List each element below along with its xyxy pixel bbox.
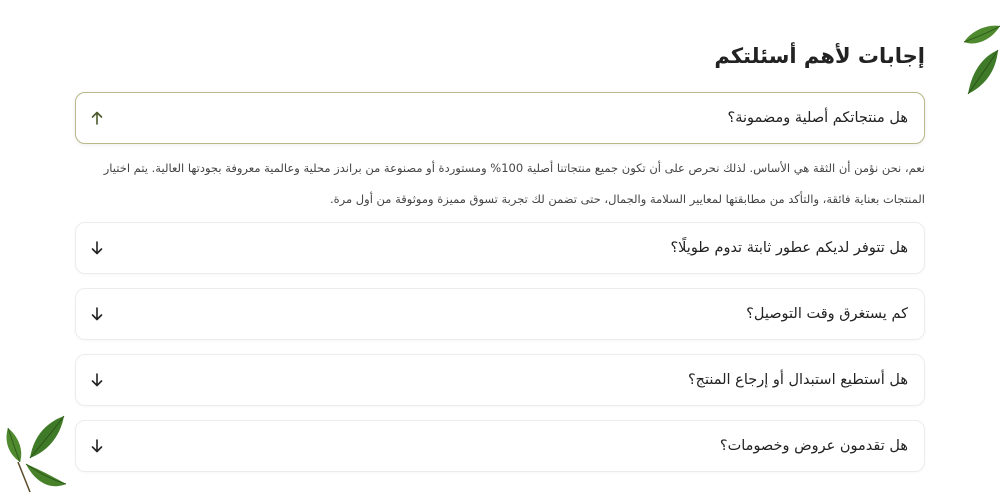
arrow-up-icon[interactable] xyxy=(89,110,105,126)
faq-item-delivery[interactable]: كم يستغرق وقت التوصيل؟ xyxy=(75,288,925,340)
faq-item-offers[interactable]: هل تقدمون عروض وخصومات؟ xyxy=(75,420,925,472)
faq-page: إجابات لأهم أسئلتكم هل منتجاتكم أصلية وم… xyxy=(0,0,1000,494)
section-title: إجابات لأهم أسئلتكم xyxy=(714,44,925,68)
faq-question: كم يستغرق وقت التوصيل؟ xyxy=(746,306,908,322)
leaf-icon xyxy=(963,25,1000,95)
faq-item-returns[interactable]: هل أستطيع استبدال أو إرجاع المنتج؟ xyxy=(75,354,925,406)
leaf-icon xyxy=(6,415,67,493)
faq-answer: نعم، نحن نؤمن أن الثقة هي الأساس. لذلك ن… xyxy=(103,161,925,206)
faq-question: هل منتجاتكم أصلية ومضمونة؟ xyxy=(727,110,908,126)
faq-item-perfumes[interactable]: هل تتوفر لديكم عطور ثابتة تدوم طويلًا؟ xyxy=(75,222,925,274)
faq-question: هل تتوفر لديكم عطور ثابتة تدوم طويلًا؟ xyxy=(670,240,908,256)
arrow-down-icon[interactable] xyxy=(89,372,105,388)
faq-question: هل أستطيع استبدال أو إرجاع المنتج؟ xyxy=(687,372,908,388)
faq-item-authenticity[interactable]: هل منتجاتكم أصلية ومضمونة؟ xyxy=(75,92,925,144)
arrow-down-icon[interactable] xyxy=(89,438,105,454)
arrow-down-icon[interactable] xyxy=(89,240,105,256)
faq-question: هل تقدمون عروض وخصومات؟ xyxy=(719,438,908,454)
arrow-down-icon[interactable] xyxy=(89,306,105,322)
